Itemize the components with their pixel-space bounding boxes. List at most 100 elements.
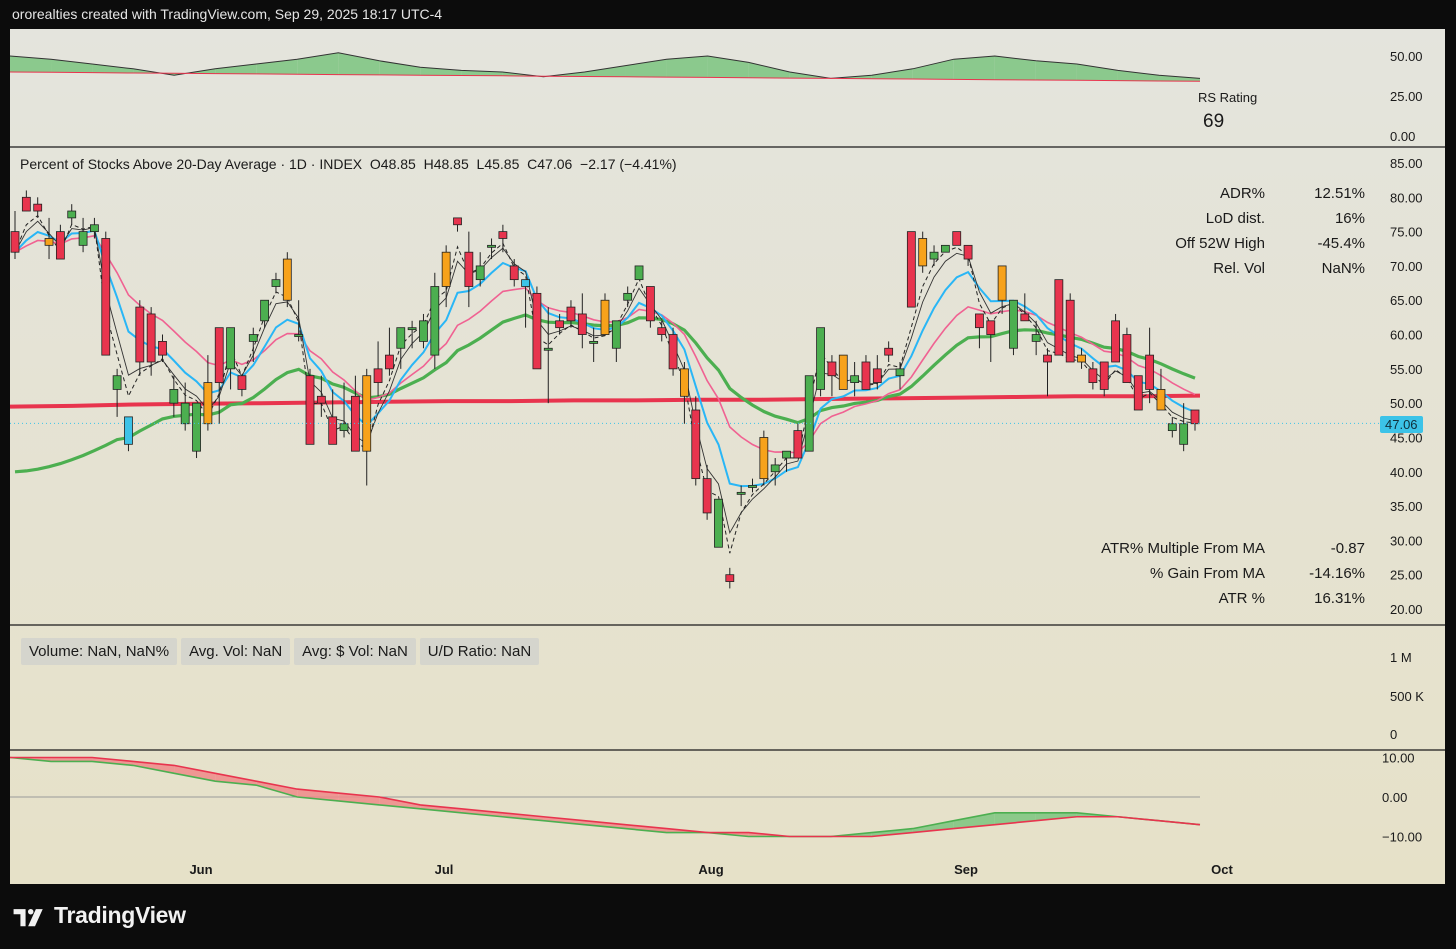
stat-value: -45.4% <box>1317 235 1365 252</box>
candle-body <box>918 238 928 267</box>
stat-value: NaN% <box>1321 260 1365 277</box>
time-axis-tick: Jul <box>435 862 454 877</box>
stat-label: LoD dist. <box>1205 210 1265 227</box>
time-axis-tick: Oct <box>1211 862 1233 877</box>
price-axis-tick: 60.00 <box>1390 328 1423 343</box>
time-axis-tick: Aug <box>698 862 723 877</box>
candle-body <box>146 313 156 363</box>
ma-stat-value: -0.87 <box>1330 540 1365 557</box>
ma-stat-label: ATR% Multiple From MA <box>1101 540 1265 557</box>
candle-body <box>1065 299 1075 363</box>
candle-body <box>532 292 542 370</box>
ema21-line <box>14 234 1196 454</box>
candle-body <box>33 203 43 212</box>
candle-body <box>975 313 984 329</box>
price-axis-tick: 85.00 <box>1390 156 1423 171</box>
candle-body <box>748 485 757 488</box>
ema10-line <box>14 229 1196 488</box>
candle-body <box>1111 320 1120 363</box>
candle-body <box>1054 279 1064 356</box>
time-axis-tick: Sep <box>954 862 978 877</box>
candle-body <box>714 498 723 548</box>
price-axis-tick: 75.00 <box>1390 225 1423 240</box>
candle-body <box>986 320 996 335</box>
candle-body <box>623 292 633 301</box>
candle-body <box>691 409 701 480</box>
time-axis-tick: Jun <box>189 862 212 877</box>
candle-body <box>1088 368 1098 383</box>
candle-body <box>782 450 791 459</box>
candle-body <box>952 231 962 246</box>
candle-body <box>44 238 54 246</box>
candle-body <box>385 354 394 370</box>
candle-body <box>373 368 383 383</box>
stat-row: Rel. Vol NaN% <box>1160 260 1365 285</box>
candle-body <box>940 244 950 253</box>
price-axis-tick: 40.00 <box>1390 465 1423 480</box>
candle-body <box>441 251 451 287</box>
ma-stat-row: ATR% Multiple From MA -0.87 <box>1100 540 1365 565</box>
candle-body <box>498 231 508 239</box>
candle-body <box>1122 334 1132 383</box>
price-axis-tick: 50.00 <box>1390 396 1423 411</box>
candle-body <box>55 231 65 260</box>
candle-body <box>78 231 88 246</box>
candle-body <box>180 402 190 425</box>
ema3-dashed-line <box>14 214 1196 554</box>
candle-body <box>736 491 746 495</box>
candle-body <box>555 320 565 329</box>
candle-body <box>861 361 871 390</box>
candle-body <box>1020 313 1030 322</box>
stat-row: ADR% 12.51% <box>1160 185 1365 210</box>
candle-body <box>192 402 201 452</box>
candle-body <box>214 327 224 383</box>
volume-axis-tick: 0 <box>1390 727 1397 742</box>
candle-body <box>509 265 519 281</box>
stat-row: LoD dist. 16% <box>1160 210 1365 235</box>
rs-axis-tick: 50.00 <box>1390 49 1423 64</box>
volume-axis-tick: 1 M <box>1390 650 1412 665</box>
osc-fill-segment <box>174 765 216 782</box>
candle-body <box>158 340 167 356</box>
candle-body <box>884 347 894 356</box>
candle-body <box>21 196 31 212</box>
price-axis-tick: 30.00 <box>1390 533 1423 548</box>
candle-body <box>67 210 77 219</box>
stat-label: ADR% <box>1219 185 1265 202</box>
candle-body <box>1133 375 1143 411</box>
candle-body <box>316 395 326 404</box>
candle-body <box>1179 423 1189 445</box>
rs-fill-segment <box>1076 64 1118 81</box>
stat-label: Off 52W High <box>1175 235 1265 252</box>
candle-body <box>872 368 882 383</box>
candle-body <box>475 265 485 281</box>
candle-body <box>543 347 553 351</box>
rs-fill-segment <box>1117 70 1159 81</box>
candle-body <box>929 251 939 260</box>
candle-body <box>680 368 689 397</box>
candle-body <box>396 327 406 349</box>
volume-legend-item: U/D Ratio: NaN <box>419 638 540 665</box>
candle-body <box>589 340 599 344</box>
symbol-title: Percent of Stocks Above 20-Day Average ·… <box>20 156 677 172</box>
candle-body <box>906 231 916 308</box>
osc-axis-tick: 10.00 <box>1382 751 1415 766</box>
stat-row: Off 52W High -45.4% <box>1160 235 1365 260</box>
volume-axis-tick: 500 K <box>1390 689 1424 704</box>
candle-body <box>816 327 825 390</box>
volume-legend-item: Volume: NaN, NaN% <box>21 638 178 665</box>
candle-body <box>1190 409 1200 425</box>
candle-body <box>271 279 281 287</box>
ma-stat-value: 16.31% <box>1314 590 1365 607</box>
candle-body <box>1031 334 1041 342</box>
candle-body <box>237 375 247 390</box>
rs-fill-segment <box>625 59 667 78</box>
candle-body <box>112 375 122 390</box>
candle-body <box>634 265 644 281</box>
candle-body <box>169 389 179 404</box>
stat-value: 12.51% <box>1314 185 1365 202</box>
chart-header: ororealties created with TradingView.com… <box>12 6 443 22</box>
last-price-tag: 47.06 <box>1380 416 1423 433</box>
candle-body <box>135 306 145 363</box>
candle-body <box>725 574 735 582</box>
